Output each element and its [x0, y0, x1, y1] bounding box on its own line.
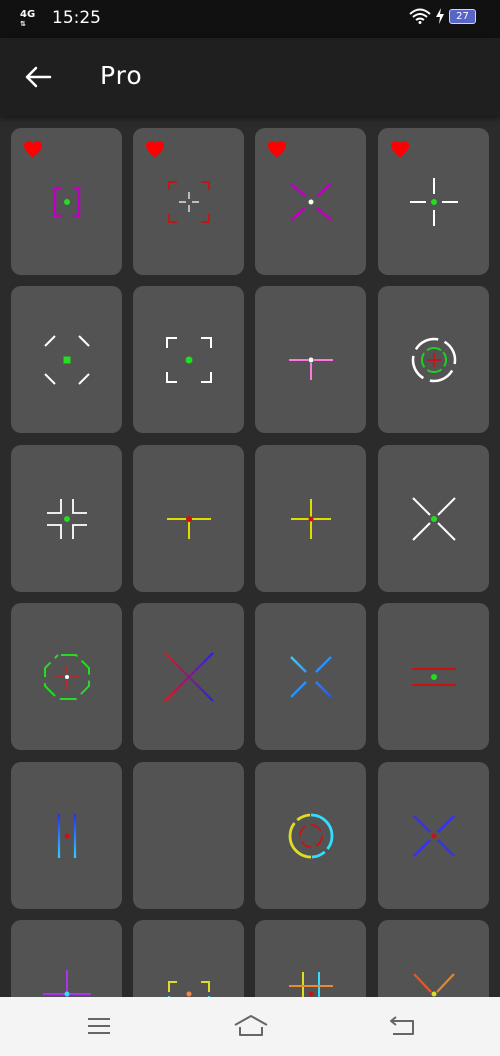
wifi-icon [409, 8, 431, 24]
crosshair-tile[interactable] [378, 128, 489, 275]
crosshair-tile[interactable] [133, 128, 244, 275]
home-icon[interactable] [233, 1013, 269, 1039]
crosshair-icon [288, 813, 333, 858]
crosshair-icon [57, 813, 76, 858]
crosshair-grid [0, 116, 500, 997]
crosshair-tile[interactable] [255, 920, 366, 997]
crosshair-tile[interactable] [133, 445, 244, 592]
status-icons: 27 [409, 8, 476, 24]
crosshair-tile[interactable] [11, 920, 122, 997]
crosshair-tile[interactable] [133, 286, 244, 433]
crosshair-tile[interactable] [255, 445, 366, 592]
crosshair-tile[interactable] [133, 920, 244, 997]
crosshair-icon [411, 337, 456, 382]
back-icon[interactable] [387, 1013, 417, 1039]
crosshair-icon [167, 180, 210, 223]
crosshair-tile[interactable] [11, 762, 122, 909]
crosshair-icon [412, 814, 455, 857]
system-nav-bar [0, 997, 500, 1056]
crosshair-icon [42, 969, 91, 997]
crosshair-icon [289, 182, 332, 221]
crosshair-tile[interactable] [11, 445, 122, 592]
charging-icon [436, 8, 444, 24]
crosshair-icon [288, 971, 333, 997]
crosshair-icon [411, 667, 456, 686]
battery-indicator: 27 [449, 8, 476, 24]
crosshair-tile[interactable] [378, 286, 489, 433]
crosshair-tile[interactable] [133, 762, 244, 909]
crosshair-icon [409, 177, 458, 226]
crosshair-icon [411, 496, 456, 541]
favorite-heart-icon[interactable] [145, 140, 165, 158]
status-bar: 4G ⇅ 15:25 27 [0, 0, 500, 38]
network-indicator: 4G ⇅ [20, 9, 36, 29]
crosshair-tile[interactable] [378, 920, 489, 997]
favorite-heart-icon[interactable] [23, 140, 43, 158]
crosshair-icon [412, 972, 455, 996]
crosshair-icon [166, 515, 211, 539]
crosshair-tile[interactable] [255, 762, 366, 909]
crosshair-icon [288, 357, 333, 380]
app-bar: Pro [0, 38, 500, 116]
crosshair-icon [289, 655, 332, 698]
crosshair-icon [167, 980, 210, 997]
crosshair-icon [53, 186, 80, 217]
back-arrow-icon[interactable] [24, 65, 52, 89]
page-title: Pro [100, 61, 143, 90]
favorite-heart-icon[interactable] [390, 140, 410, 158]
crosshair-icon [163, 651, 214, 702]
crosshair-icon [46, 498, 87, 539]
crosshair-tile[interactable] [255, 286, 366, 433]
crosshair-tile[interactable] [255, 128, 366, 275]
crosshair-tile[interactable] [11, 603, 122, 750]
crosshair-tile[interactable] [133, 603, 244, 750]
crosshair-icon [290, 498, 331, 539]
menu-icon[interactable] [84, 1013, 114, 1039]
crosshair-tile[interactable] [11, 128, 122, 275]
status-time: 15:25 [52, 8, 101, 28]
crosshair-icon [165, 336, 212, 383]
crosshair-tile[interactable] [378, 445, 489, 592]
crosshair-icon [164, 811, 213, 860]
crosshair-tile[interactable] [11, 286, 122, 433]
crosshair-icon [43, 653, 90, 700]
crosshair-tile[interactable] [378, 762, 489, 909]
crosshair-tile[interactable] [255, 603, 366, 750]
crosshair-icon [43, 334, 90, 385]
favorite-heart-icon[interactable] [267, 140, 287, 158]
crosshair-tile[interactable] [378, 603, 489, 750]
